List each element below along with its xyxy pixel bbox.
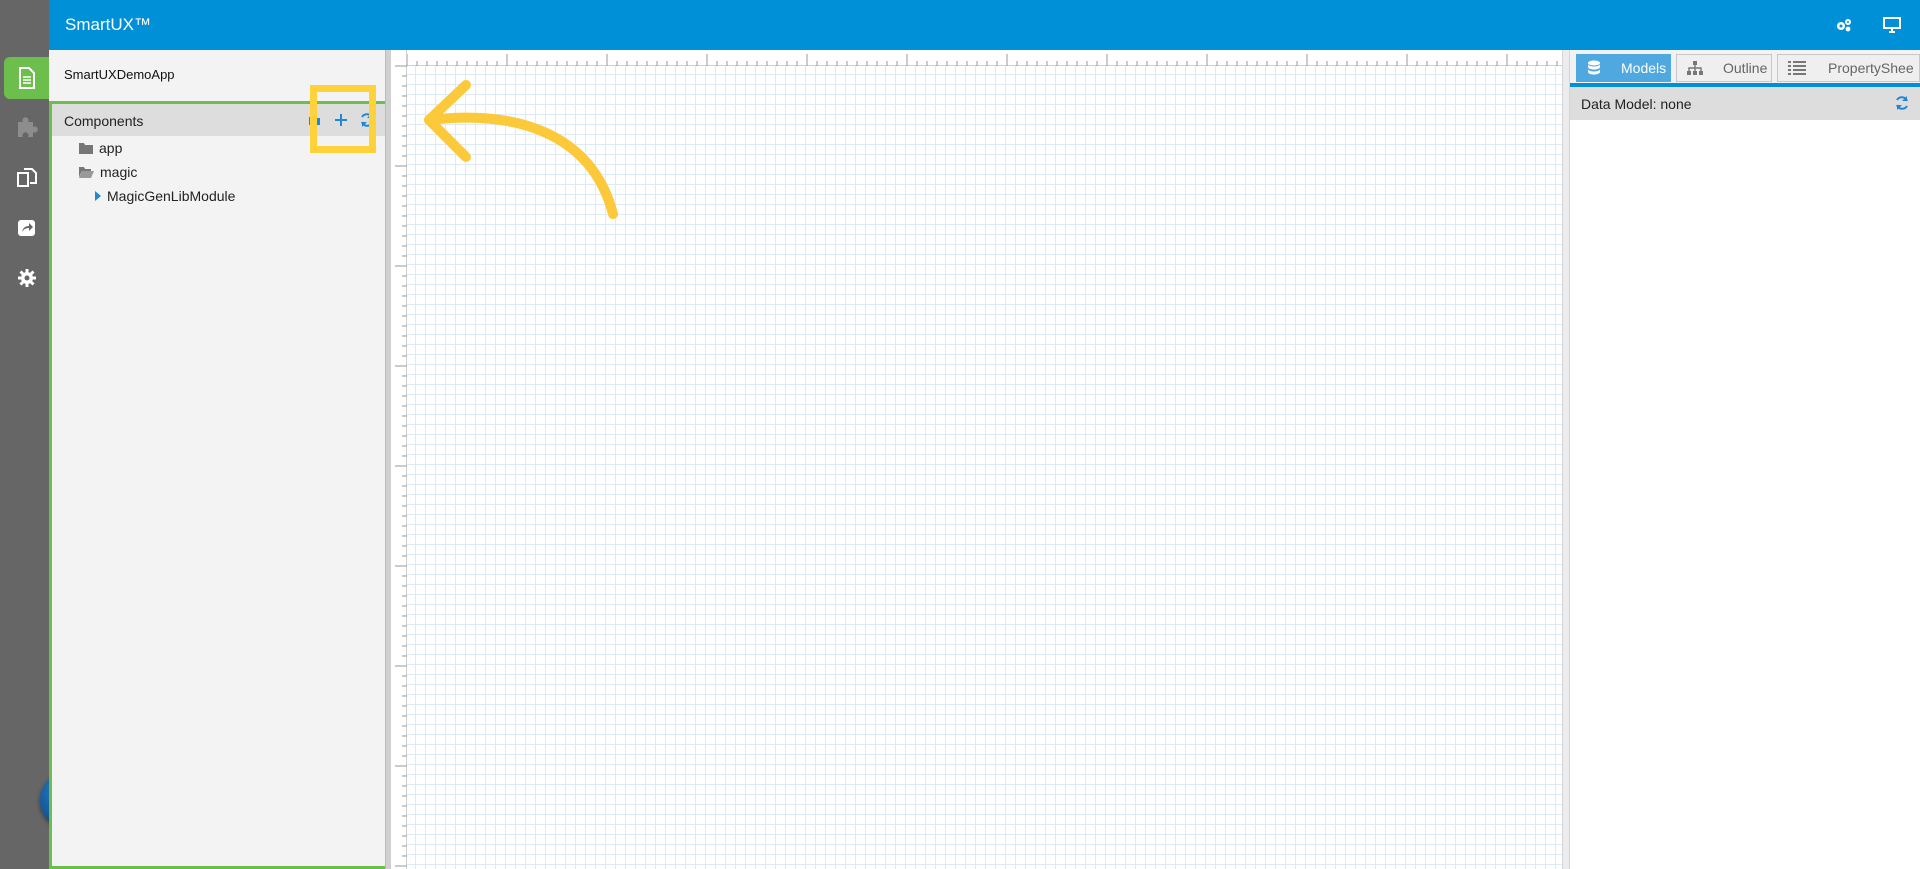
tab-propertysheet[interactable]: PropertyShee <box>1777 54 1920 82</box>
tab-label: Models <box>1621 60 1667 76</box>
settings-cogs-button[interactable] <box>1833 14 1855 36</box>
annotation-arrow <box>424 80 618 219</box>
rail-item-pages[interactable] <box>4 57 49 99</box>
folder-open-icon <box>79 167 94 178</box>
left-rail <box>0 0 49 869</box>
monitor-icon <box>1883 17 1901 33</box>
tab-label: PropertyShee <box>1828 60 1914 76</box>
data-model-label: Data Model: none <box>1581 96 1692 112</box>
rail-item-copy[interactable] <box>4 156 49 198</box>
highlight-box <box>310 85 376 153</box>
components-title: Components <box>64 113 144 129</box>
tree-item-label: MagicGenLibModule <box>107 188 236 204</box>
tree-item-label: magic <box>100 164 138 180</box>
gear-icon <box>17 269 36 287</box>
tree-item-magicgenlibmodule[interactable]: MagicGenLibModule <box>95 186 235 206</box>
tab-models[interactable]: Models <box>1576 54 1671 82</box>
data-model-bar: Data Model: none <box>1570 87 1920 120</box>
refresh-icon <box>1896 96 1908 110</box>
app-title: SmartUX™ <box>65 15 151 34</box>
tree-item-label: app <box>99 140 123 156</box>
copy-icon <box>16 168 37 187</box>
components-frame <box>49 101 385 869</box>
tab-label: Outline <box>1723 60 1768 76</box>
sitemap-icon <box>1687 61 1703 75</box>
document-icon <box>18 67 35 89</box>
data-model-refresh-button[interactable] <box>1894 95 1910 114</box>
project-panel: SmartUXDemoApp Components app magic Magi… <box>49 50 385 869</box>
tree-item-magic[interactable]: magic <box>79 162 137 182</box>
tab-outline[interactable]: Outline <box>1676 54 1772 82</box>
cogs-icon <box>1837 19 1851 32</box>
inspector-tabs: Models Outline PropertyShee <box>1570 50 1920 86</box>
preview-button[interactable] <box>1881 14 1903 36</box>
rail-item-share[interactable] <box>4 207 49 249</box>
top-header: SmartUX™ <box>49 0 1920 50</box>
project-name: SmartUXDemoApp <box>64 67 175 82</box>
database-icon <box>1588 60 1600 75</box>
tree-item-app[interactable]: app <box>79 138 122 158</box>
folder-icon <box>79 143 93 154</box>
list-icon <box>1788 61 1806 75</box>
puzzle-icon <box>17 117 38 137</box>
rail-item-settings[interactable] <box>4 257 49 299</box>
rail-item-components[interactable] <box>4 106 49 148</box>
caret-right-icon[interactable] <box>95 191 101 201</box>
right-splitter[interactable] <box>1562 50 1570 869</box>
share-icon <box>17 220 35 236</box>
inspector-panel: Models Outline PropertyShee Data Model: … <box>1570 50 1920 869</box>
